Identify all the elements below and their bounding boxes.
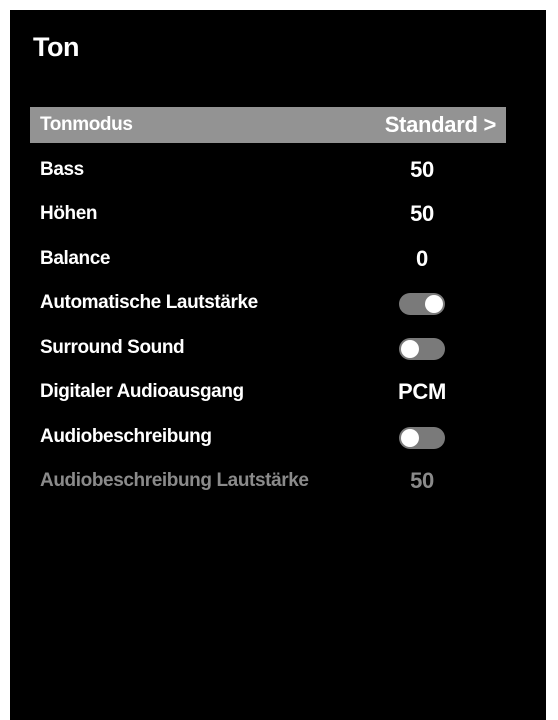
menu-item-value: Standard > [384, 112, 497, 137]
toggle-switch-off[interactable] [399, 427, 445, 449]
menu-item-tonmodus[interactable]: Tonmodus Standard > [30, 107, 506, 143]
menu-item-label: Bass [40, 159, 84, 180]
toggle-knob [401, 340, 419, 358]
menu-item-value: PCM [398, 379, 446, 404]
menu-item-surround-sound[interactable]: Surround Sound [30, 330, 506, 366]
menu-item-value: 0 [416, 246, 428, 271]
menu-item-value: 50 [410, 157, 434, 182]
menu-item-digitaler-audioausgang[interactable]: Digitaler Audioausgang PCM [30, 374, 506, 410]
menu-item-value: 50 [410, 468, 434, 493]
menu-item-label: Höhen [40, 203, 98, 224]
toggle-switch-off[interactable] [399, 338, 445, 360]
menu-item-label: Surround Sound [40, 337, 185, 358]
menu-item-bass[interactable]: Bass 50 [30, 152, 506, 188]
toggle-knob [401, 429, 419, 447]
toggle-knob [425, 295, 443, 313]
menu-item-value: 50 [410, 201, 434, 226]
sound-settings-panel: Ton Tonmodus Standard > Bass 50 Höhen 50… [10, 10, 546, 720]
page-title: Ton [33, 32, 79, 62]
menu-item-audiobeschreibung[interactable]: Audiobeschreibung [30, 419, 506, 455]
menu-item-automatische-lautstaerke[interactable]: Automatische Lautstärke [30, 285, 506, 321]
menu-item-label: Automatische Lautstärke [40, 292, 258, 313]
menu-item-balance[interactable]: Balance 0 [30, 241, 506, 277]
toggle-switch-on[interactable] [399, 293, 445, 315]
menu-item-label: Tonmodus [40, 114, 133, 135]
menu-item-audiobeschreibung-lautstaerke: Audiobeschreibung Lautstärke 50 [30, 463, 506, 499]
menu-item-hoehen[interactable]: Höhen 50 [30, 196, 506, 232]
menu-item-label: Digitaler Audioausgang [40, 381, 244, 402]
menu-item-label: Audiobeschreibung Lautstärke [40, 470, 309, 491]
menu-item-label: Audiobeschreibung [40, 426, 212, 447]
menu-item-label: Balance [40, 248, 111, 269]
